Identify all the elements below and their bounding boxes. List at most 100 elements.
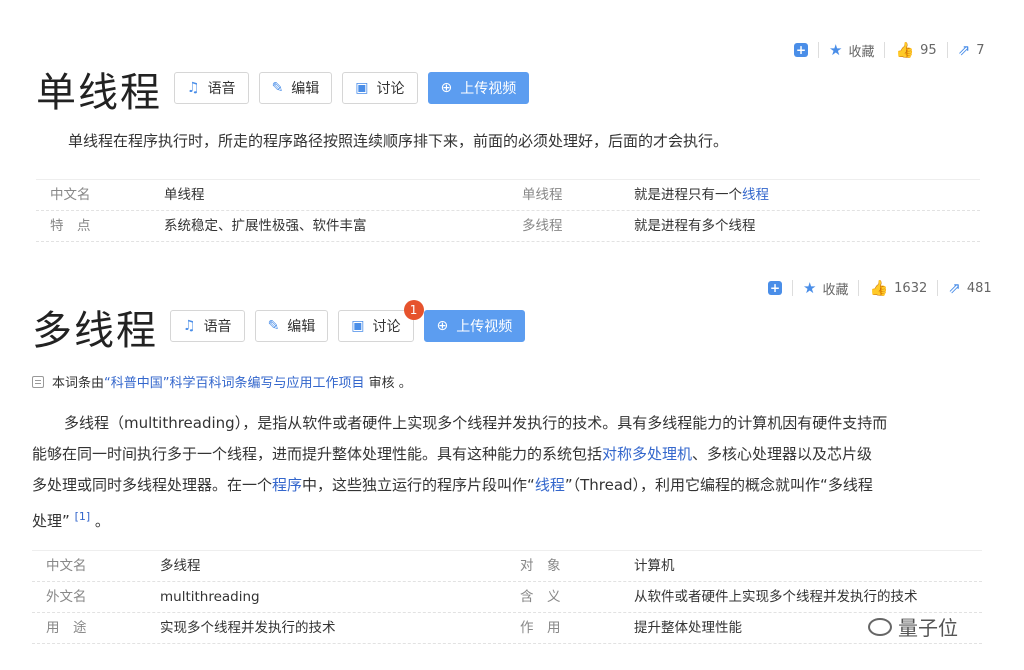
upload-video-button[interactable]: ⊕ 上传视频 xyxy=(423,310,526,342)
like-count: 1632 xyxy=(894,280,928,296)
entry2-info-table: 中文名 多线程 对 象 计算机 外文名 multithreading 含 义 从… xyxy=(32,551,982,647)
entry1-summary: 单线程在程序执行时，所走的程序路径按照连续顺序排下来，前面的必须处理好，后面的才… xyxy=(68,132,729,150)
watermark: 量子位 xyxy=(868,612,958,641)
info-key: 多线程 xyxy=(522,218,563,234)
science-popularization-link[interactable]: “科普中国”科学百科词条编写与应用工作项目 xyxy=(104,376,364,391)
upload-video-button[interactable]: ⊕ 上传视频 xyxy=(427,72,530,104)
text-span: ”（Thread），利用它编程的概念就叫作“多线程 xyxy=(564,476,873,494)
add-button[interactable]: + xyxy=(768,281,782,295)
voice-label: 语音 xyxy=(203,319,232,335)
table-row: 中文名 单线程 单线程 就是进程只有一个线程 xyxy=(36,180,980,211)
pencil-icon: ✎ xyxy=(267,318,280,334)
notice-suffix: 审核 。 xyxy=(364,376,412,391)
document-icon xyxy=(32,375,44,388)
entry2-description: 多线程（multithreading），是指从软件或者硬件上实现多个线程并发执行… xyxy=(32,408,992,537)
favorite-button[interactable]: ★ 收藏 xyxy=(829,41,874,60)
text-span: 。 xyxy=(90,512,110,530)
entry2-button-row: ♫ 语音 ✎ 编辑 ▣ 讨论 1 ⊕ 上传视频 xyxy=(170,300,526,342)
entry2-action-bar: + ★ 收藏 👍 1632 ⇗ 481 xyxy=(768,278,992,298)
edit-button[interactable]: ✎ 编辑 xyxy=(258,72,333,104)
like-count: 95 xyxy=(920,42,937,58)
notice-prefix: 本词条由 xyxy=(52,376,105,391)
like-button[interactable]: 👍 1632 xyxy=(869,279,927,297)
star-icon: ★ xyxy=(803,279,817,297)
divider xyxy=(792,280,793,296)
table-row: 用 途 实现多个线程并发执行的技术 作 用 提升整体处理性能 xyxy=(32,613,982,644)
info-key: 单线程 xyxy=(522,187,563,203)
share-icon: ⇗ xyxy=(948,279,961,297)
upload-label: 上传视频 xyxy=(460,81,517,97)
info-value: 就是进程只有一个线程 xyxy=(634,180,769,210)
share-count: 7 xyxy=(976,42,985,58)
star-icon: ★ xyxy=(829,41,843,59)
table-row: 特 点 系统稳定、扩展性极强、软件丰富 多线程 就是进程有多个线程 xyxy=(36,211,980,242)
description-line: 处理” [1] 。 xyxy=(32,501,992,537)
chat-icon: ▣ xyxy=(355,80,369,96)
divider xyxy=(818,42,819,58)
page-title: 单线程 xyxy=(36,70,162,116)
description-line: 能够在同一时间执行多于一个线程，进而提升整体处理性能。具有这种能力的系统包括对称… xyxy=(32,439,992,470)
info-value: multithreading xyxy=(160,589,260,605)
voice-button[interactable]: ♫ 语音 xyxy=(174,72,249,104)
info-key: 外文名 xyxy=(46,589,87,605)
info-value: 就是进程有多个线程 xyxy=(634,218,756,234)
plus-circle-icon: ⊕ xyxy=(436,318,449,334)
divider xyxy=(946,42,948,58)
favorite-label: 收藏 xyxy=(822,282,849,298)
favorite-label: 收藏 xyxy=(848,44,875,60)
divider xyxy=(858,280,860,296)
info-value-text: 就是进程只有一个 xyxy=(634,187,742,203)
share-button[interactable]: ⇗ 7 xyxy=(958,41,985,59)
discuss-button[interactable]: ▣ 讨论 1 xyxy=(338,300,424,342)
program-link[interactable]: 程序 xyxy=(272,476,302,494)
text-span: 能够在同一时间执行多于一个线程，进而提升整体处理性能。具有这种能力的系统包括 xyxy=(32,445,603,463)
text-span: 处理” xyxy=(32,512,70,530)
notification-badge: 1 xyxy=(403,300,424,320)
discuss-button[interactable]: ▣ 讨论 xyxy=(342,72,418,104)
info-key: 中文名 xyxy=(50,187,91,203)
info-value: 系统稳定、扩展性极强、软件丰富 xyxy=(164,218,367,234)
smp-link[interactable]: 对称多处理机 xyxy=(602,445,692,463)
notice-text: 本词条由“科普中国”科学百科词条编写与应用工作项目 审核 。 xyxy=(52,372,412,391)
divider xyxy=(937,280,939,296)
info-key: 作 用 xyxy=(520,620,561,636)
voice-button[interactable]: ♫ 语音 xyxy=(170,310,245,342)
entry1-action-bar: + ★ 收藏 👍 95 ⇗ 7 xyxy=(794,40,985,60)
watermark-text: 量子位 xyxy=(898,616,958,640)
wechat-icon xyxy=(868,617,892,636)
text-span: 多处理或同时多线程处理器。在一个 xyxy=(32,476,273,494)
thread-link[interactable]: 线程 xyxy=(535,476,565,494)
review-notice: 本词条由“科普中国”科学百科词条编写与应用工作项目 审核 。 xyxy=(32,372,412,391)
info-key: 对 象 xyxy=(520,558,561,574)
add-button[interactable]: + xyxy=(794,43,808,57)
table-row: 中文名 多线程 对 象 计算机 xyxy=(32,551,982,582)
reference-link[interactable]: [1] xyxy=(75,510,91,523)
share-count: 481 xyxy=(966,280,992,296)
edit-button[interactable]: ✎ 编辑 xyxy=(254,310,329,342)
thumbs-up-icon: 👍 xyxy=(869,279,889,297)
info-value: 提升整体处理性能 xyxy=(634,620,742,636)
pencil-icon: ✎ xyxy=(271,80,284,96)
edit-label: 编辑 xyxy=(287,319,316,335)
entry1-info-table: 中文名 单线程 单线程 就是进程只有一个线程 特 点 系统稳定、扩展性极强、软件… xyxy=(36,180,980,242)
thread-link[interactable]: 线程 xyxy=(742,187,769,203)
discuss-label: 讨论 xyxy=(372,319,401,335)
chat-icon: ▣ xyxy=(351,318,365,334)
favorite-button[interactable]: ★ 收藏 xyxy=(803,279,848,298)
upload-label: 上传视频 xyxy=(456,319,513,335)
info-value: 单线程 xyxy=(164,187,205,203)
description-line: 多处理或同时多线程处理器。在一个程序中，这些独立运行的程序片段叫作“线程”（Th… xyxy=(32,470,992,501)
share-button[interactable]: ⇗ 481 xyxy=(948,279,991,297)
computer-link[interactable]: 计算机 xyxy=(634,551,675,581)
info-key: 含 义 xyxy=(520,589,561,605)
plus-circle-icon: ⊕ xyxy=(440,80,453,96)
info-value: 从软件或者硬件上实现多个线程并发执行的技术 xyxy=(634,589,918,605)
entry1-button-row: ♫ 语音 ✎ 编辑 ▣ 讨论 ⊕ 上传视频 xyxy=(174,72,530,104)
divider xyxy=(884,42,886,58)
like-button[interactable]: 👍 95 xyxy=(895,41,936,59)
headphones-icon: ♫ xyxy=(187,80,200,96)
edit-label: 编辑 xyxy=(291,81,320,97)
headphones-icon: ♫ xyxy=(183,318,196,334)
page-title: 多线程 xyxy=(32,308,158,354)
text-span: 、多核心处理器以及芯片级 xyxy=(692,445,873,463)
